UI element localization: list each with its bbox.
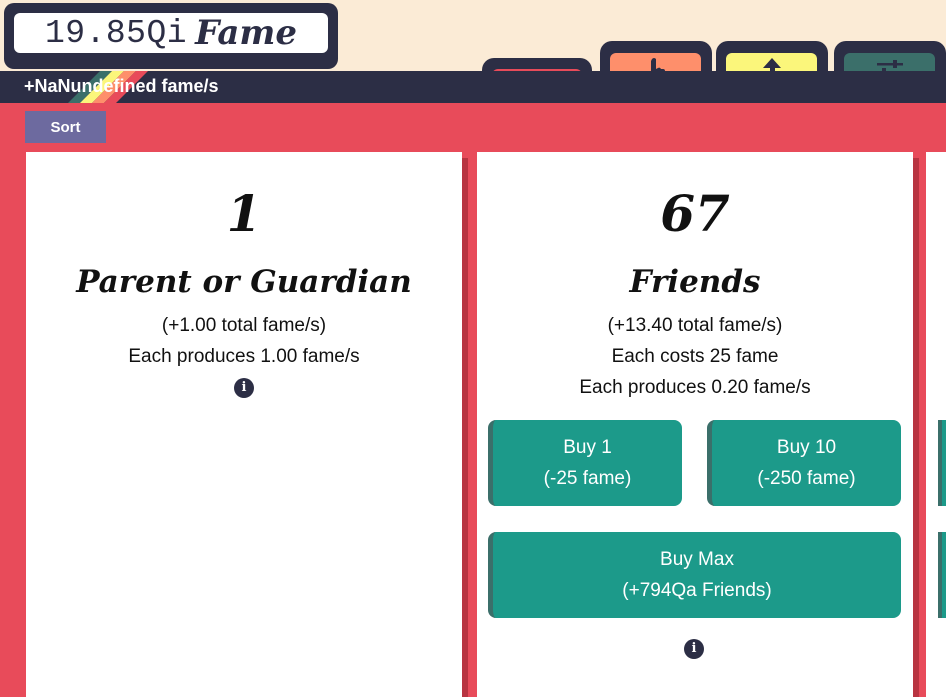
buy-10-cost: (-250 fame) <box>757 468 856 489</box>
generator-card-friends: 67 Friends (+13.40 total fame/s) Each co… <box>477 152 913 697</box>
buy-10-label: Buy 10 <box>776 437 837 458</box>
fame-display: 19.85Qi Fame <box>4 3 338 69</box>
info-icon[interactable]: i <box>684 638 704 659</box>
fame-value: 19.85Qi <box>44 14 188 52</box>
fame-rate: +NaNundefined fame/s <box>24 76 219 96</box>
buy-max-amount: (+794Qa Friends) <box>622 580 772 601</box>
partial-buy-button[interactable] <box>938 420 946 506</box>
buy-10-button[interactable]: Buy 10 (-250 fame) <box>707 420 901 506</box>
generator-count: 67 <box>660 184 730 243</box>
buy-max-label: Buy Max <box>660 549 734 570</box>
generator-produces: Each produces 1.00 fame/s <box>128 346 360 367</box>
buy-1-cost: (-25 fame) <box>543 468 632 489</box>
info-icon[interactable]: i <box>234 377 254 398</box>
fame-display-inner: 19.85Qi Fame <box>14 13 328 53</box>
generator-name: Friends <box>629 264 761 300</box>
generator-name: Parent or Guardian <box>76 264 412 300</box>
generator-total: (+1.00 total fame/s) <box>161 315 327 336</box>
sort-button[interactable]: Sort <box>25 111 106 143</box>
buy-1-button[interactable]: Buy 1 (-25 fame) <box>488 420 682 506</box>
partial-buy-max-button[interactable] <box>938 532 946 618</box>
generator-count: 1 <box>226 184 262 243</box>
buy-1-label: Buy 1 <box>563 437 612 458</box>
generator-cost: Each costs 25 fame <box>611 346 779 367</box>
generator-produces: Each produces 0.20 fame/s <box>579 377 811 398</box>
generator-card-parent: 1 Parent or Guardian (+1.00 total fame/s… <box>26 152 462 697</box>
generator-total: (+13.40 total fame/s) <box>607 315 783 336</box>
buy-max-button[interactable]: Buy Max (+794Qa Friends) <box>488 532 901 618</box>
fame-label: Fame <box>195 13 298 53</box>
